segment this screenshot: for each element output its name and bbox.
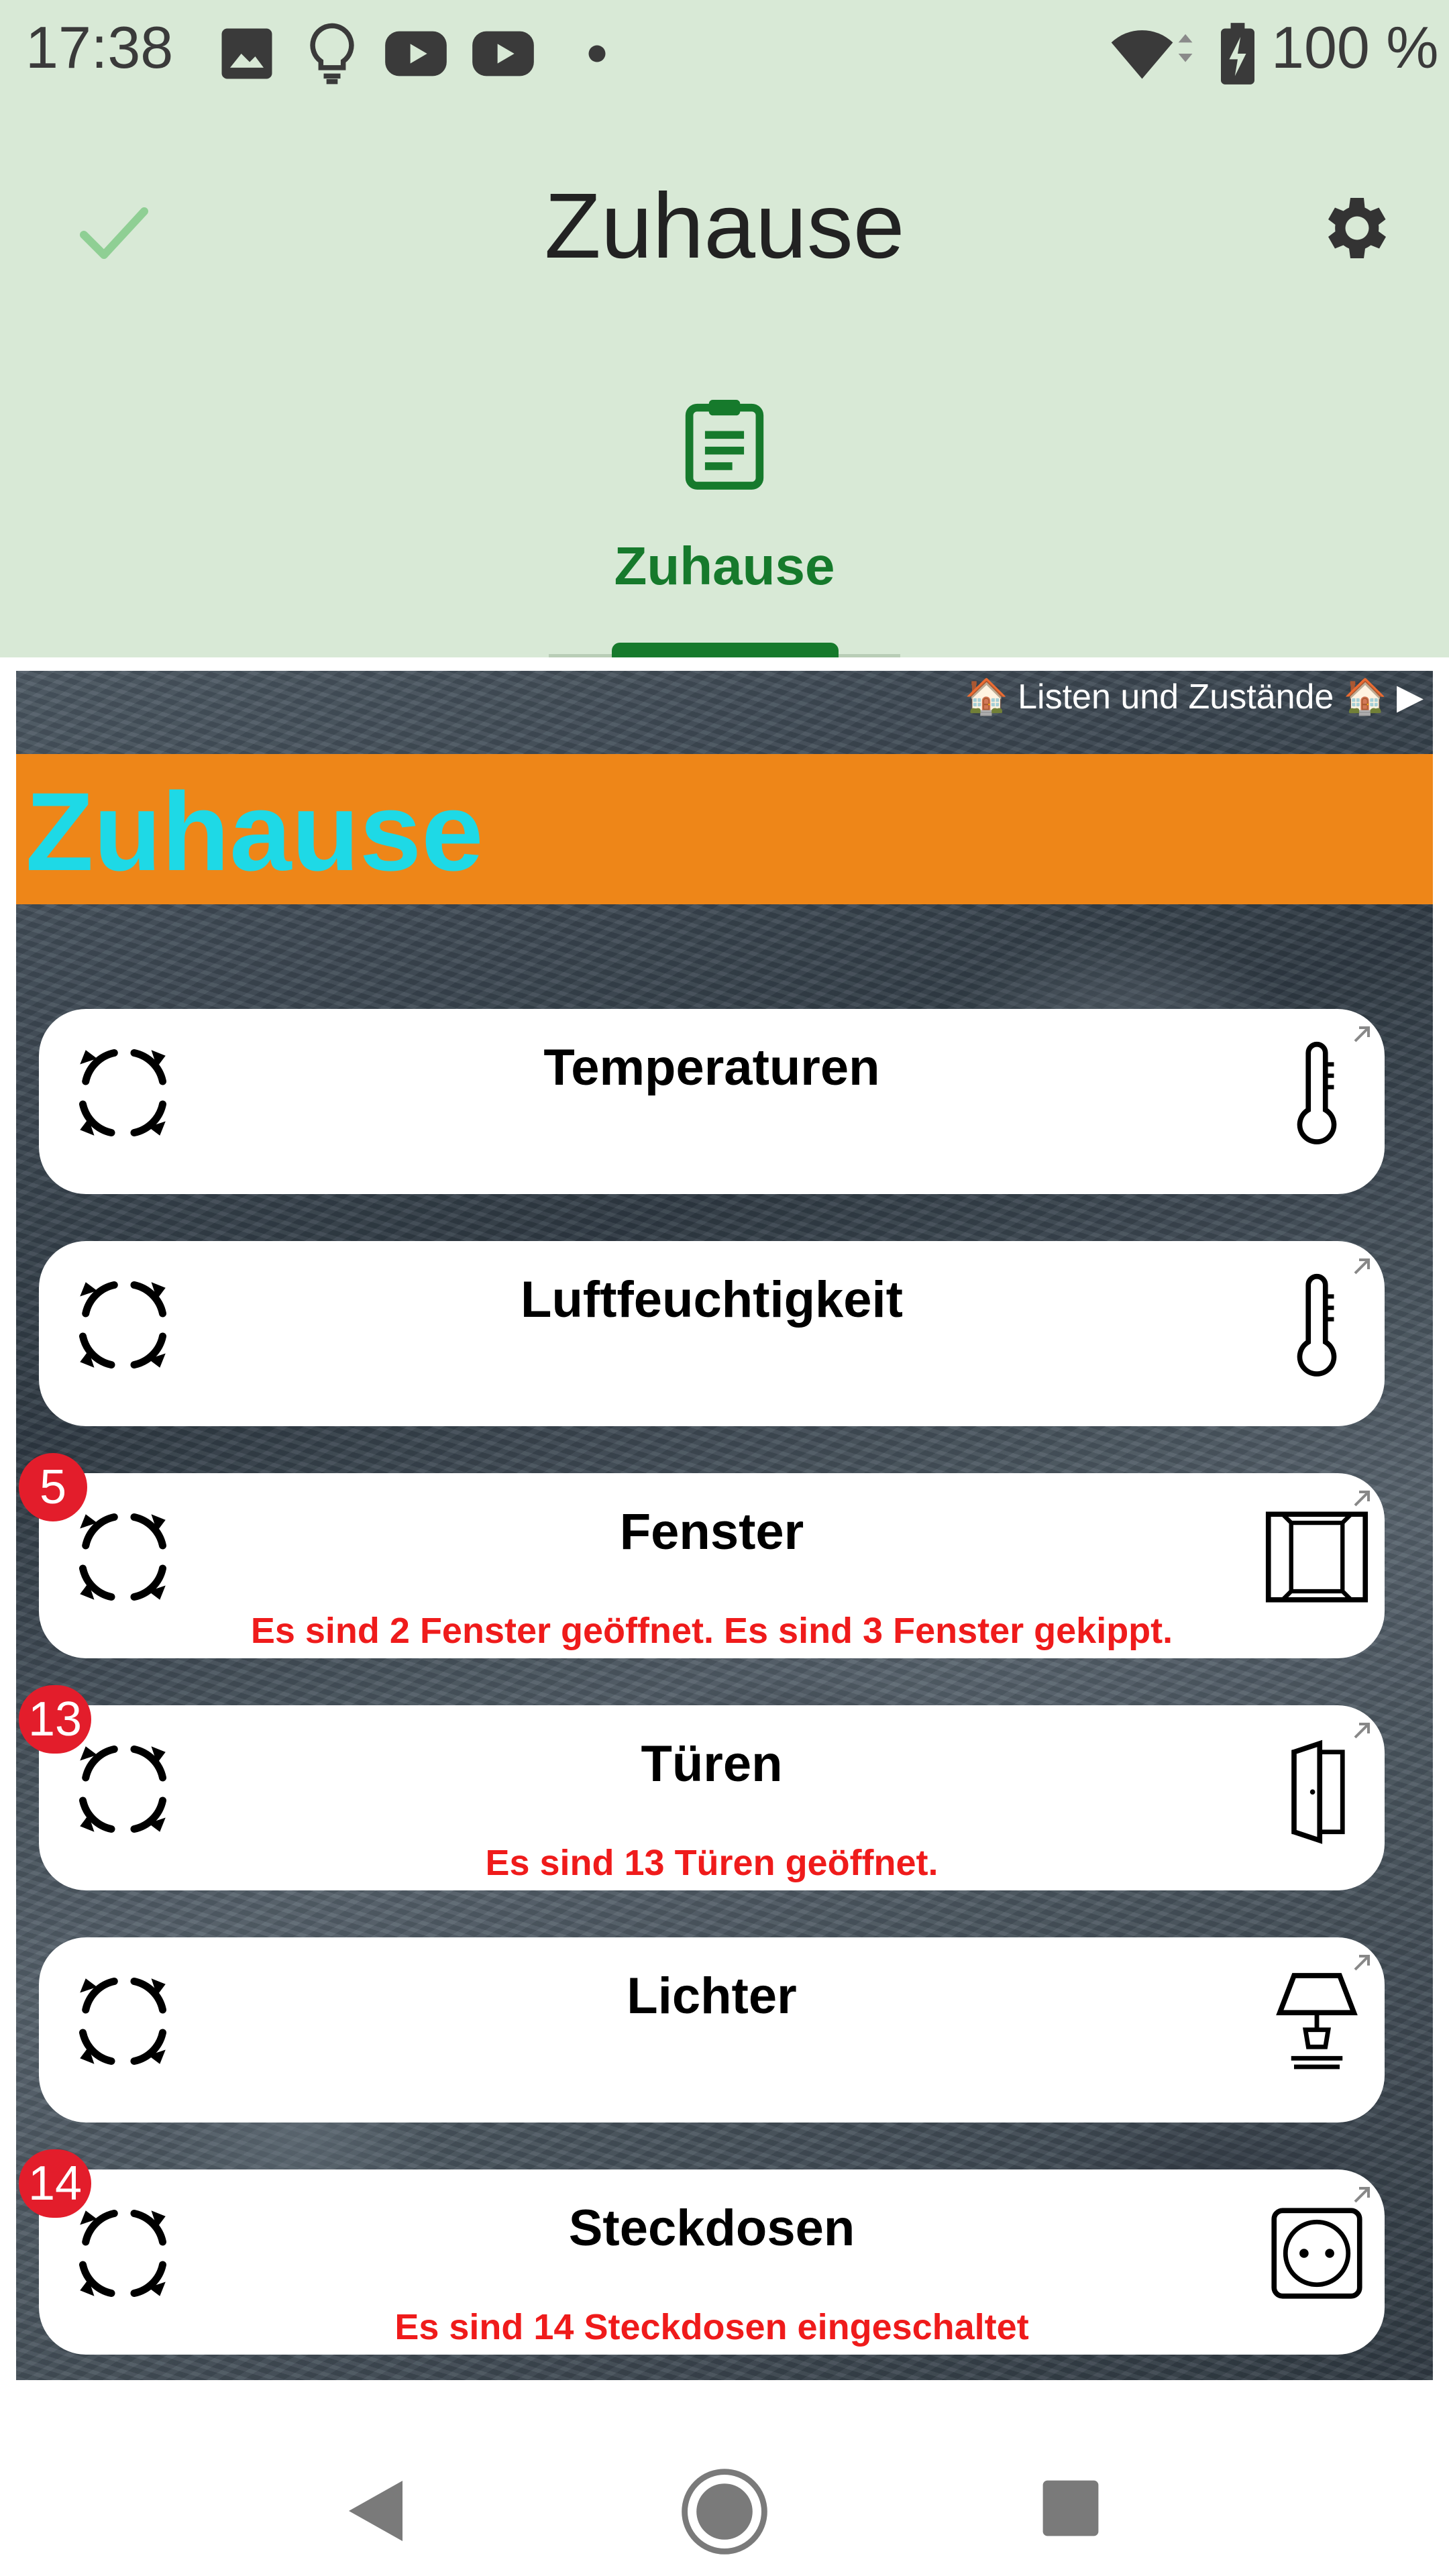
card-title: Lichter bbox=[627, 1968, 797, 2025]
tab-indicator bbox=[612, 643, 839, 657]
notification-badge: 5 bbox=[19, 1453, 87, 1521]
card-lichter[interactable]: Lichter bbox=[39, 1937, 1385, 2123]
open-link-icon[interactable] bbox=[1348, 1021, 1375, 1048]
youtube-icon bbox=[385, 31, 447, 76]
tab-label: Zuhause bbox=[614, 536, 835, 596]
home-icon[interactable] bbox=[680, 2467, 769, 2556]
open-link-icon[interactable] bbox=[1348, 1253, 1375, 1280]
open-link-icon[interactable] bbox=[1348, 1485, 1375, 1512]
window-icon bbox=[1265, 1511, 1368, 1603]
notification-badge: 14 bbox=[19, 2149, 92, 2218]
card-steckdosen[interactable]: Steckdosen Es sind 14 Steckdosen eingesc… bbox=[39, 2169, 1385, 2355]
thermometer-icon bbox=[1297, 1041, 1337, 1144]
card-title: Steckdosen bbox=[568, 2200, 855, 2257]
card-tueren[interactable]: Türen Es sind 13 Türen geöffnet. bbox=[39, 1705, 1385, 1890]
gear-icon[interactable] bbox=[1313, 188, 1394, 268]
tab-zuhause[interactable]: Zuhause bbox=[0, 369, 1449, 657]
breadcrumb[interactable]: 🏠 Listen und Zustände 🏠 ▶ bbox=[965, 676, 1424, 717]
youtube-icon bbox=[472, 31, 534, 76]
card-title: Luftfeuchtigkeit bbox=[521, 1271, 903, 1328]
page-banner: Zuhause bbox=[16, 754, 1433, 904]
socket-icon bbox=[1271, 2208, 1362, 2299]
back-icon[interactable] bbox=[342, 2474, 409, 2548]
door-icon bbox=[1291, 1739, 1345, 1844]
app-title: Zuhause bbox=[544, 174, 905, 278]
webview-content[interactable]: 🏠 Listen und Zustände 🏠 ▶ Zuhause Temper… bbox=[16, 671, 1433, 2380]
card-status: Es sind 14 Steckdosen eingeschaltet bbox=[394, 2307, 1029, 2347]
open-link-icon[interactable] bbox=[1348, 1717, 1375, 1744]
image-icon bbox=[221, 28, 272, 79]
battery-charging-icon bbox=[1221, 23, 1254, 85]
page-heading: Zuhause bbox=[25, 770, 484, 894]
card-fenster[interactable]: Fenster Es sind 2 Fenster geöffnet. Es s… bbox=[39, 1473, 1385, 1658]
battery-percent: 100 % bbox=[1271, 14, 1439, 80]
thermometer-icon bbox=[1297, 1273, 1337, 1377]
open-link-icon[interactable] bbox=[1348, 1949, 1375, 1976]
lamp-icon bbox=[1276, 1973, 1358, 2070]
open-link-icon[interactable] bbox=[1348, 2182, 1375, 2208]
wifi-icon bbox=[1111, 30, 1193, 79]
card-title: Türen bbox=[641, 1735, 783, 1792]
lightbulb-icon bbox=[310, 23, 354, 85]
dot-icon bbox=[588, 45, 606, 62]
notification-badge: 13 bbox=[19, 1685, 92, 1754]
app-bar: Zuhause Zuhause bbox=[0, 101, 1449, 657]
card-status: Es sind 13 Türen geöffnet. bbox=[485, 1843, 938, 1883]
status-bar: 17:38 100 % bbox=[0, 0, 1449, 101]
recents-icon[interactable] bbox=[1040, 2477, 1102, 2539]
card-title: Temperaturen bbox=[543, 1039, 880, 1096]
navigation-bar bbox=[0, 2380, 1449, 2576]
card-status: Es sind 2 Fenster geöffnet. Es sind 3 Fe… bbox=[250, 1611, 1173, 1651]
clipboard-icon bbox=[685, 400, 764, 490]
card-luftfeuchtigkeit[interactable]: Luftfeuchtigkeit bbox=[39, 1241, 1385, 1426]
card-title: Fenster bbox=[619, 1503, 804, 1560]
status-time: 17:38 bbox=[25, 14, 174, 80]
card-temperaturen[interactable]: Temperaturen bbox=[39, 1009, 1385, 1194]
